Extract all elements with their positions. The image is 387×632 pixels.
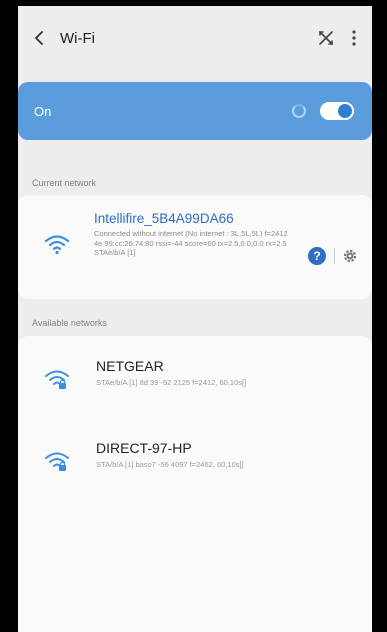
current-network-detail: Connected without internet (No internet …: [94, 229, 288, 257]
wifi-state-label: On: [34, 103, 52, 119]
current-network-card[interactable]: Intellifire_5B4A99DA66 Connected without…: [18, 195, 372, 299]
wifi-toggle-switch[interactable]: [320, 102, 354, 120]
available-networks-header: Available networks: [32, 318, 107, 328]
available-networks-list: NETGEAR STAe/b/A [1] 8d:39 -52 2125 f=24…: [18, 336, 372, 632]
network-detail: STA/b/A [1] baso7 -56 4097 f=2462, 60,10…: [96, 460, 244, 469]
help-icon[interactable]: ?: [308, 247, 326, 265]
wifi-settings-screen: Wi-Fi On Current network Intellifire_5B4…: [18, 6, 372, 632]
wifi-direct-icon: [319, 31, 333, 45]
gear-icon: [343, 249, 357, 263]
more-options-button[interactable]: [340, 24, 368, 52]
network-settings-button[interactable]: [340, 246, 360, 266]
page-title: Wi-Fi: [60, 29, 95, 47]
network-name: NETGEAR: [96, 358, 164, 374]
list-item[interactable]: NETGEAR STAe/b/A [1] 8d:39 -52 2125 f=24…: [18, 344, 372, 414]
wifi-toggle-card[interactable]: On: [18, 82, 372, 140]
current-network-name: Intellifire_5B4A99DA66: [94, 211, 234, 226]
wifi-direct-button[interactable]: [312, 24, 340, 52]
back-button[interactable]: [26, 24, 54, 52]
wifi-signal-icon: [44, 233, 70, 255]
wifi-lock-icon: [44, 368, 70, 390]
app-bar: Wi-Fi: [18, 6, 372, 70]
chevron-left-icon: [35, 31, 43, 45]
wifi-lock-icon: [44, 450, 70, 472]
more-vertical-icon: [352, 30, 356, 46]
list-item[interactable]: DIRECT-97-HP STA/b/A [1] baso7 -56 4097 …: [18, 426, 372, 496]
toggle-knob: [338, 104, 352, 118]
network-name: DIRECT-97-HP: [96, 440, 192, 456]
scanning-spinner-icon: [292, 104, 306, 118]
current-network-header: Current network: [32, 178, 97, 188]
network-detail: STAe/b/A [1] 8d:39 -52 2125 f=2412, 60,1…: [96, 378, 247, 387]
phone-frame: Wi-Fi On Current network Intellifire_5B4…: [0, 0, 387, 632]
divider: [334, 248, 335, 264]
